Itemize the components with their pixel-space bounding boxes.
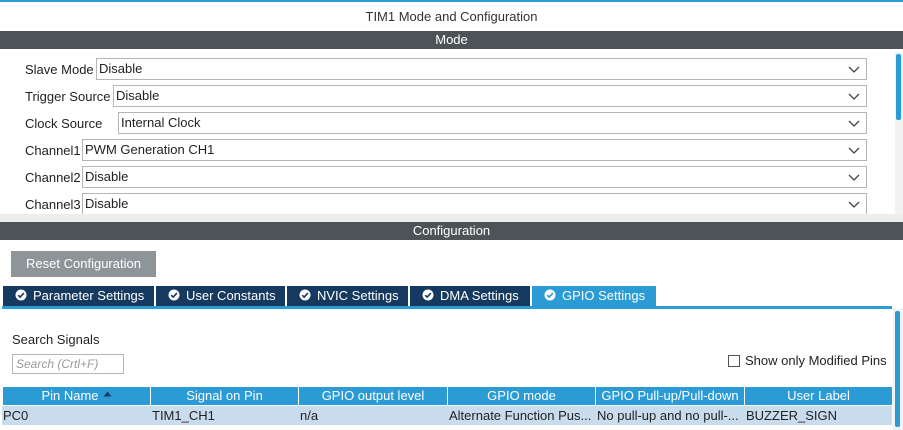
trigger-source-select[interactable]: Disable <box>113 85 867 107</box>
channel3-row: Channel3 <box>25 193 81 214</box>
tab-nvic-settings-label: NVIC Settings <box>317 288 399 303</box>
column-header-signal-on-pin[interactable]: Signal on Pin <box>151 387 298 405</box>
mode-scrollbar-thumb[interactable] <box>896 54 901 120</box>
column-header-gpio-output-level[interactable]: GPIO output level <box>299 387 447 405</box>
tab-user-constants-label: User Constants <box>186 288 276 303</box>
check-circle-icon <box>168 289 180 301</box>
tab-gpio-settings[interactable]: GPIO Settings <box>532 286 656 306</box>
channel1-label: Channel1 <box>25 142 81 158</box>
show-modified-label[interactable]: Show only Modified Pins <box>745 353 887 368</box>
cell-user-label[interactable]: BUZZER_SIGN <box>745 406 892 425</box>
channel2-value: Disable <box>85 169 129 184</box>
column-header-pin-name[interactable]: Pin Name <box>3 387 150 405</box>
cell-gpio-pull[interactable]: No pull-up and no pull-... <box>596 406 745 425</box>
trigger-source-label: Trigger Source <box>25 88 111 104</box>
column-header-gpio-mode[interactable]: GPIO mode <box>448 387 595 405</box>
config-scrollbar-thumb[interactable] <box>895 311 900 427</box>
slave-mode-value: Disable <box>99 61 143 76</box>
channel2-select[interactable]: Disable <box>82 166 867 188</box>
cell-gpio-output-level[interactable]: n/a <box>299 406 448 425</box>
tab-gpio-settings-label: GPIO Settings <box>562 288 646 303</box>
show-modified-checkbox[interactable] <box>728 355 740 367</box>
sort-ascending-icon <box>103 391 112 397</box>
chevron-down-icon <box>848 147 860 154</box>
column-header-pin-name-label: Pin Name <box>41 388 99 403</box>
chevron-down-icon <box>848 120 860 127</box>
tab-dma-settings-label: DMA Settings <box>440 288 519 303</box>
tab-user-constants[interactable]: User Constants <box>156 286 285 306</box>
check-circle-icon <box>422 289 434 301</box>
tab-parameter-settings[interactable]: Parameter Settings <box>3 286 154 306</box>
channel1-select[interactable]: PWM Generation CH1 <box>82 139 867 161</box>
tab-underline <box>2 306 892 309</box>
check-circle-icon <box>299 289 311 301</box>
tab-nvic-settings[interactable]: NVIC Settings <box>287 286 408 306</box>
tab-parameter-settings-label: Parameter Settings <box>33 288 145 303</box>
search-signals-label: Search Signals <box>12 332 100 347</box>
column-header-user-label[interactable]: User Label <box>745 387 892 405</box>
slave-mode-select[interactable]: Disable <box>96 58 867 80</box>
clock-source-select[interactable]: Internal Clock <box>118 112 867 134</box>
trigger-source-value: Disable <box>116 88 160 103</box>
cell-pin-name[interactable]: PC0 <box>2 406 151 425</box>
channel3-select[interactable]: Disable <box>82 193 867 214</box>
channel2-row: Channel2 <box>25 166 81 188</box>
chevron-down-icon <box>848 93 860 100</box>
cell-signal-on-pin[interactable]: TIM1_CH1 <box>151 406 299 425</box>
search-signals-input[interactable] <box>12 354 124 374</box>
clock-source-value: Internal Clock <box>121 115 201 130</box>
panel-splitter[interactable] <box>0 214 903 222</box>
window-title: TIM1 Mode and Configuration <box>365 9 538 24</box>
cell-gpio-mode[interactable]: Alternate Function Pus... <box>448 406 596 425</box>
mode-section-header[interactable]: Mode <box>0 31 903 49</box>
mode-panel: Slave Mode Disable Trigger Source Disabl… <box>0 49 895 214</box>
configuration-section-header[interactable]: Configuration <box>0 222 903 240</box>
chevron-down-icon <box>848 174 860 181</box>
clock-source-row: Clock Source <box>25 112 102 134</box>
channel3-value: Disable <box>85 196 129 211</box>
channel1-value: PWM Generation CH1 <box>85 142 215 157</box>
chevron-down-icon <box>848 66 860 73</box>
tab-dma-settings[interactable]: DMA Settings <box>410 286 530 306</box>
chevron-down-icon <box>848 201 860 208</box>
channel1-row: Channel1 <box>25 139 81 161</box>
slave-mode-row: Slave Mode <box>25 58 94 80</box>
slave-mode-label: Slave Mode <box>25 61 94 77</box>
check-circle-icon <box>15 289 27 301</box>
channel2-label: Channel2 <box>25 169 81 185</box>
check-circle-icon <box>544 289 556 301</box>
channel3-label: Channel3 <box>25 196 81 212</box>
trigger-source-row: Trigger Source <box>25 85 111 107</box>
reset-configuration-button[interactable]: Reset Configuration <box>11 251 156 277</box>
column-header-gpio-pull[interactable]: GPIO Pull-up/Pull-down <box>596 387 744 405</box>
clock-source-label: Clock Source <box>25 115 103 131</box>
